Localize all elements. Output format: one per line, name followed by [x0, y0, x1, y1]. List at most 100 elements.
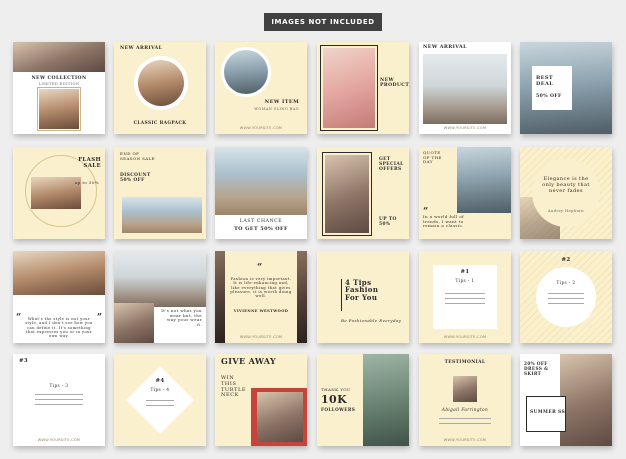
post-give-away[interactable]: GIVE AWAY WIN THIS TURTLE NECK — [215, 354, 307, 446]
post-quote: Elegance is the only beauty that never f… — [542, 176, 590, 194]
post-title: GET SPECIAL OFFERS — [379, 157, 404, 173]
post-wear-quote[interactable]: It's not what you wear but, the way your… — [114, 251, 206, 343]
photo-placeholder — [31, 177, 81, 209]
post-new-collection[interactable]: NEW COLLECTION LIMITED EDITION — [13, 42, 105, 134]
post-title: END OF SEASON SALE — [120, 151, 155, 161]
post-tips-4[interactable]: #4 Tips - 4 — [114, 354, 206, 446]
post-fashion-tips[interactable]: 4 Tips Fashion For You Be Fashionable Ev… — [317, 251, 409, 343]
post-title: NEW COLLECTION — [31, 76, 87, 81]
post-best-deal[interactable]: BEST DEAL 50% OFF — [520, 42, 612, 134]
photo-placeholder — [13, 42, 105, 72]
post-title: NEW ARRIVAL — [120, 46, 163, 51]
tip-label: Tips - 2 — [556, 280, 576, 285]
post-title: TESTIMONIAL — [444, 360, 486, 365]
post-title: 4 Tips Fashion For You — [345, 278, 379, 302]
text-line — [439, 423, 491, 424]
post-testimonial[interactable]: TESTIMONIAL Abigail Farrington WWW.YOURS… — [419, 354, 511, 446]
post-discount: UP TO 50% — [379, 217, 397, 228]
post-title: QUOTE OF THE DAY — [423, 150, 442, 165]
divider-line — [341, 279, 342, 311]
post-discount: DISCOUNT 50% OFF — [120, 173, 151, 184]
post-flash-sale[interactable]: FLASH SALE up to 50% — [13, 147, 105, 239]
photo-placeholder — [457, 147, 511, 213]
post-subtitle: WOMAN SLING BAG — [254, 107, 299, 111]
post-caption: CLASSIC BAGPACK — [133, 121, 187, 126]
images-not-included-banner: IMAGES NOT INCLUDED — [264, 13, 382, 31]
post-title: THANK YOU — [321, 387, 351, 392]
post-tips-3[interactable]: #3 Tips - 3 WWW.YOURSITE.COM — [13, 354, 105, 446]
post-title: GIVE AWAY — [221, 356, 277, 366]
post-last-chance[interactable]: LAST CHANCE TO GET 50% OFF — [215, 147, 307, 239]
photo-placeholder — [257, 392, 303, 442]
post-tips-2[interactable]: #2 Tips - 2 — [520, 251, 612, 343]
post-fashion-quote[interactable]: “ Fashion is very important. It is life-… — [215, 251, 307, 343]
text-line — [445, 303, 485, 304]
site-url: WWW.YOURSITE.COM — [443, 335, 487, 339]
photo-placeholder — [138, 60, 184, 106]
photo-placeholder — [215, 251, 225, 343]
quote-mark-icon: “ — [257, 263, 263, 273]
post-special-offers[interactable]: GET SPECIAL OFFERS UP TO 50% — [317, 147, 409, 239]
post-dress-skirt-sale[interactable]: 20% OFF DRESS & SKIRT SUMMER SS — [520, 354, 612, 446]
photo-frame — [322, 152, 372, 236]
post-tips-1[interactable]: #1 Tips - 1 WWW.YOURSITE.COM — [419, 251, 511, 343]
post-elegance-quote[interactable]: Elegance is the only beauty that never f… — [520, 147, 612, 239]
quote-mark-icon: ” — [96, 313, 102, 323]
testimonial-name: Abigail Farrington — [441, 407, 489, 412]
site-url: WWW.YOURSITE.COM — [443, 126, 487, 130]
text-line — [35, 399, 83, 400]
photo-placeholder — [13, 251, 105, 295]
post-discount: TO GET 50% OFF — [234, 226, 288, 232]
text-line — [35, 404, 83, 405]
tip-label: Tips - 1 — [455, 278, 475, 283]
post-end-of-season-sale[interactable]: END OF SEASON SALE DISCOUNT 50% OFF — [114, 147, 206, 239]
photo-placeholder — [363, 354, 409, 446]
photo-placeholder — [114, 303, 154, 343]
post-title: NEW ITEM — [264, 99, 299, 105]
tip-number: #3 — [19, 358, 29, 364]
text-circle — [536, 267, 596, 327]
post-title: NEW PRODUCT — [380, 78, 409, 89]
post-title: BEST DEAL — [536, 75, 554, 87]
post-quote: In a world full of trends, I want to rem… — [423, 214, 464, 229]
post-subtitle: Be Fashionable Everyday — [341, 318, 402, 323]
post-subtitle: 50% OFF — [536, 94, 562, 99]
photo-placeholder — [297, 251, 307, 343]
follower-count: 10K — [321, 393, 348, 406]
post-quote: It's not what you wear but, the way your… — [161, 308, 202, 327]
text-line — [548, 298, 584, 299]
text-line — [146, 405, 174, 406]
site-url: WWW.YOURSITE.COM — [239, 126, 283, 130]
photo-placeholder — [215, 147, 307, 215]
post-subtitle: WIN THIS TURTLE NECK — [221, 375, 247, 399]
post-subtitle: FOLLOWERS — [321, 407, 356, 412]
tip-number: #4 — [155, 378, 165, 384]
text-line — [548, 293, 584, 294]
post-classic-bagpack[interactable]: NEW ARRIVAL CLASSIC BAGPACK — [114, 42, 206, 134]
post-style-quote[interactable]: “ ” What's the style is not your style, … — [13, 251, 105, 343]
tip-label: Tips - 3 — [49, 383, 69, 388]
text-line — [35, 394, 83, 395]
post-subtitle: SUMMER SS — [530, 410, 566, 415]
post-new-product[interactable]: NEW PRODUCT — [317, 42, 409, 134]
site-url: WWW.YOURSITE.COM — [37, 438, 81, 442]
text-line — [146, 400, 174, 401]
photo-placeholder — [224, 50, 268, 94]
post-title: 20% OFF DRESS & SKIRT — [524, 361, 549, 376]
post-quote: Fashion is very important. It is life-en… — [230, 276, 292, 299]
quote-author: VIVIENNE WESTWOOD — [233, 309, 289, 313]
post-title: LAST CHANCE — [239, 219, 283, 224]
tip-number: #2 — [561, 257, 571, 263]
post-quote-of-the-day[interactable]: QUOTE OF THE DAY “ In a world full of tr… — [419, 147, 511, 239]
text-line — [548, 303, 584, 304]
quote-mark-icon: “ — [16, 313, 22, 323]
quote-author: Audrey Hepburn — [547, 209, 585, 213]
photo-placeholder — [114, 251, 206, 307]
post-new-arrival[interactable]: NEW ARRIVAL WWW.YOURSITE.COM — [419, 42, 511, 134]
text-line — [445, 298, 485, 299]
post-thank-you-followers[interactable]: THANK YOU 10K FOLLOWERS — [317, 354, 409, 446]
site-url: WWW.YOURSITE.COM — [239, 335, 283, 339]
post-new-item[interactable]: NEW ITEM WOMAN SLING BAG WWW.YOURSITE.CO… — [215, 42, 307, 134]
post-title: NEW ARRIVAL — [423, 44, 467, 50]
tip-label: Tips - 4 — [150, 387, 170, 392]
